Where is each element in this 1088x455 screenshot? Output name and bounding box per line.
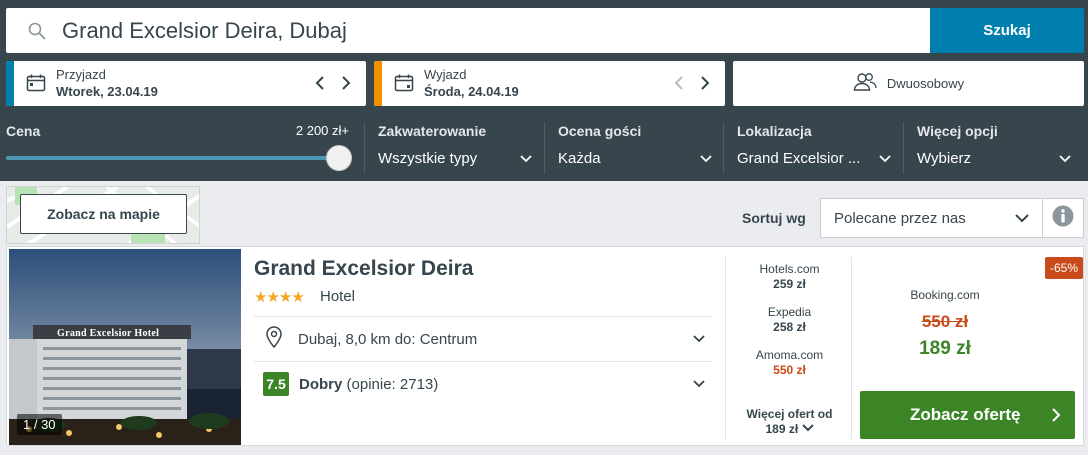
hotel-result-card: Grand Excelsior Hotel 1 / 30 Grand Excel… xyxy=(6,246,1084,446)
rating-row[interactable]: 7.5 Dobry (opinie: 2713) xyxy=(254,362,712,406)
chevron-left-icon[interactable] xyxy=(671,73,687,93)
location-text: Dubaj, 8,0 km do: Centrum xyxy=(298,330,478,348)
more-offers-label: Więcej ofert od xyxy=(746,407,833,421)
search-query: Grand Excelsior Deira, Dubaj xyxy=(62,17,347,43)
checkout-accent xyxy=(374,61,382,106)
location-value: Grand Excelsior ... xyxy=(737,150,861,167)
offer-provider: Amoma.com xyxy=(755,348,824,362)
more-offers-price-line: 189 zł xyxy=(726,422,853,437)
location-filter[interactable]: Lokalizacja Grand Excelsior ... xyxy=(737,114,892,174)
search-button[interactable]: Szukaj xyxy=(930,8,1084,53)
filter-divider xyxy=(544,122,545,174)
checkin-date[interactable]: Przyjazd Wtorek, 23.04.19 xyxy=(6,61,366,106)
users-icon xyxy=(853,72,877,95)
more-offers-price: 189 zł xyxy=(765,422,799,436)
chevron-right-icon[interactable] xyxy=(338,73,354,93)
best-deal: -65% Booking.com 550 zł 189 zł Zobacz of… xyxy=(857,249,1083,445)
price-label: Cena xyxy=(6,123,41,139)
view-offer-button[interactable]: Zobacz ofertę xyxy=(860,391,1075,439)
guest-rating-label: Ocena gości xyxy=(558,123,642,139)
deal-new-price: 189 zł xyxy=(919,338,971,359)
sort-label: Sortuj wg xyxy=(742,210,806,226)
search-bar: Grand Excelsior Deira, Dubaj Szukaj xyxy=(6,8,1084,53)
accommodation-label: Zakwaterowanie xyxy=(378,123,487,139)
checkin-arrows xyxy=(312,73,354,93)
discount-badge: -65% xyxy=(1044,257,1083,279)
date-row: Przyjazd Wtorek, 23.04.19 Wyjazd Środa, … xyxy=(6,61,1084,106)
sort-info-button[interactable] xyxy=(1042,198,1084,238)
checkout-date[interactable]: Wyjazd Środa, 24.04.19 xyxy=(374,61,725,106)
offer-price: 259 zł xyxy=(773,277,806,291)
checkout-value: Środa, 24.04.19 xyxy=(424,84,519,99)
calendar-icon xyxy=(26,73,46,93)
view-offer-label: Zobacz ofertę xyxy=(910,405,1021,424)
hotel-type: Hotel xyxy=(320,288,356,305)
rating-score-badge: 7.5 xyxy=(263,372,289,396)
room-label: Dwuosobowy xyxy=(886,76,965,91)
chevron-down-icon xyxy=(519,152,533,166)
more-options-label: Więcej opcji xyxy=(917,123,998,139)
search-icon xyxy=(26,20,48,42)
rating-word: Dobry xyxy=(299,375,343,393)
chevron-down-icon xyxy=(692,332,706,351)
accommodation-value: Wszystkie typy xyxy=(378,150,478,167)
guest-rating-value: Każda xyxy=(558,150,601,167)
rating-text: Dobry (opinie: 2713) xyxy=(299,376,438,393)
hotel-photo[interactable]: Grand Excelsior Hotel 1 / 30 xyxy=(9,249,241,445)
more-offers-link[interactable]: Więcej ofert od 189 zł xyxy=(726,407,853,437)
price-filter[interactable]: Cena 2 200 zł+ xyxy=(6,114,352,174)
chevron-right-icon xyxy=(1051,407,1061,428)
guest-rating-filter[interactable]: Ocena gości Każda xyxy=(558,114,713,174)
search-panel: Grand Excelsior Deira, Dubaj Szukaj Przy… xyxy=(0,0,1088,181)
price-max: 2 200 zł+ xyxy=(295,123,349,138)
show-map-button[interactable]: Zobacz na mapie xyxy=(20,194,187,234)
calendar-icon xyxy=(394,73,414,93)
chevron-right-icon[interactable] xyxy=(697,73,713,93)
offer-item[interactable]: Expedia 258 zł xyxy=(726,305,853,334)
search-input[interactable]: Grand Excelsior Deira, Dubaj xyxy=(6,8,930,53)
filters-bar: Cena 2 200 zł+ Zakwaterowanie Wszystkie … xyxy=(0,114,1088,181)
photo-sign: Grand Excelsior Hotel xyxy=(57,328,160,339)
chevron-down-icon xyxy=(699,152,713,166)
checkin-value: Wtorek, 23.04.19 xyxy=(56,84,158,99)
filter-divider xyxy=(903,122,904,174)
location-row[interactable]: Dubaj, 8,0 km do: Centrum xyxy=(254,317,712,361)
filter-divider xyxy=(364,122,365,174)
star-rating: ★★★★ xyxy=(254,289,305,306)
deal-old-price: 550 zł xyxy=(921,312,969,331)
chevron-down-icon xyxy=(878,152,892,166)
more-options-value: Wybierz xyxy=(917,150,972,167)
chevron-down-icon xyxy=(1014,211,1030,229)
checkin-label: Przyjazd xyxy=(56,67,106,82)
deal-provider: Booking.com xyxy=(910,288,980,302)
location-label: Lokalizacja xyxy=(737,123,812,139)
map-pin-icon xyxy=(266,325,286,353)
sort-dropdown[interactable]: Polecane przez nas xyxy=(820,198,1043,238)
offer-price: 550 zł xyxy=(773,363,806,377)
checkout-label: Wyjazd xyxy=(424,67,467,82)
offer-provider: Hotels.com xyxy=(759,262,820,276)
rating-reviews: (opinie: 2713) xyxy=(346,375,439,393)
offer-item[interactable]: Hotels.com 259 zł xyxy=(726,262,853,291)
offer-provider: Expedia xyxy=(767,305,812,319)
filter-divider xyxy=(723,122,724,174)
chevron-down-icon xyxy=(692,377,706,396)
accommodation-filter[interactable]: Zakwaterowanie Wszystkie typy xyxy=(378,114,533,174)
photo-counter: 1 / 30 xyxy=(17,414,62,435)
more-options-filter[interactable]: Więcej opcji Wybierz xyxy=(917,114,1072,174)
chevron-down-icon xyxy=(1058,152,1072,166)
checkin-accent xyxy=(6,61,14,106)
chevron-down-icon xyxy=(801,422,814,436)
offer-price: 258 zł xyxy=(773,320,806,334)
chevron-left-icon[interactable] xyxy=(312,73,328,93)
price-slider-track[interactable] xyxy=(6,156,336,160)
hotel-name[interactable]: Grand Excelsior Deira xyxy=(254,257,473,281)
other-offers: Hotels.com 259 zł Expedia 258 zł Amoma.c… xyxy=(725,257,852,439)
price-slider-handle[interactable] xyxy=(326,145,352,171)
offer-item[interactable]: Amoma.com 550 zł xyxy=(726,348,853,377)
sort-value: Polecane przez nas xyxy=(834,209,966,227)
checkout-arrows xyxy=(671,73,713,93)
info-icon xyxy=(1052,205,1074,232)
room-selector[interactable]: Dwuosobowy xyxy=(733,61,1084,106)
